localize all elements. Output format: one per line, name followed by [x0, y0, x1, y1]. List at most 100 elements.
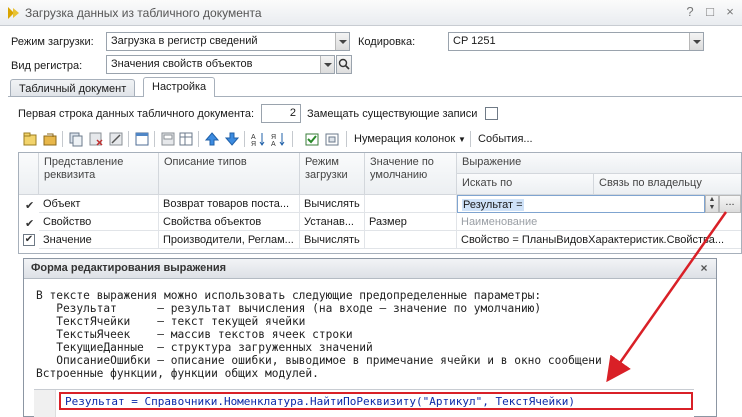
open-icon[interactable]	[42, 131, 58, 147]
help-line: Результат – результат вычисления (на вхо…	[36, 302, 542, 315]
toolbar-separator	[292, 131, 293, 147]
help-button[interactable]: ?	[681, 4, 699, 20]
chevron-down-icon[interactable]: ▼	[458, 135, 466, 144]
cell-expression[interactable]: Наименование	[457, 213, 741, 231]
cell-types[interactable]: Производители, Реглам...	[159, 231, 300, 249]
expression-code-highlight[interactable]: Результат = Справочники.Номенклатура.Най…	[59, 392, 693, 410]
encoding-value: CP 1251	[453, 35, 496, 47]
grid-header-expression[interactable]: Выражение	[457, 153, 741, 174]
cell-default[interactable]: Размер	[365, 213, 457, 231]
grid-header-default[interactable]: Значение по умолчанию	[365, 153, 457, 195]
toolbar-separator	[244, 131, 245, 147]
row-checkbox[interactable]: ✔	[23, 234, 35, 246]
tab-spreadsheet[interactable]: Табличный документ	[10, 79, 136, 97]
search-icon	[338, 58, 350, 70]
add-row-icon[interactable]	[22, 131, 38, 147]
replace-label: Замещать существующие записи	[307, 108, 478, 120]
cell-types[interactable]: Свойства объектов	[159, 213, 300, 231]
mode-value: Загрузка в регистр сведений	[111, 35, 258, 47]
uncheck-all-icon[interactable]	[324, 131, 340, 147]
toolbar-separator	[154, 131, 155, 147]
chevron-down-icon[interactable]	[320, 56, 334, 73]
column-numbering-button[interactable]: Нумерация колонок	[354, 133, 455, 145]
help-line: ТекущиеДанные – структура загруженных зн…	[36, 341, 373, 354]
close-icon[interactable]: ×	[698, 262, 710, 274]
grid-toolbar: AЯ ЯA Нумерация колонок ▼ События...	[18, 128, 742, 150]
help-line: ТекстыЯчеек – массив текстов ячеек строк…	[36, 328, 353, 341]
grid-header-types[interactable]: Описание типов	[159, 153, 300, 195]
first-row-label: Первая строка данных табличного документ…	[18, 108, 255, 120]
grid-header-check	[19, 153, 39, 195]
clear-icon[interactable]	[160, 131, 176, 147]
maximize-button[interactable]: □	[701, 4, 719, 20]
cell-name[interactable]: Значение	[39, 231, 159, 249]
expression-dialog: Форма редактирования выражения × В текст…	[23, 258, 717, 417]
grid-header-presentation[interactable]: Представление реквизита	[39, 153, 159, 195]
register-label: Вид регистра:	[11, 60, 83, 72]
register-select[interactable]: Значения свойств объектов	[106, 55, 335, 74]
sort-desc-icon[interactable]: ЯA	[270, 131, 286, 147]
cell-default[interactable]	[365, 231, 457, 249]
events-button[interactable]: События...	[478, 133, 533, 145]
toolbar-separator	[128, 131, 129, 147]
cell-expression[interactable]: Свойство = ПланыВидовХарактеристик.Свойс…	[457, 231, 741, 249]
delete-row-icon[interactable]	[88, 131, 104, 147]
form-icon[interactable]	[134, 131, 150, 147]
window-title: Загрузка данных из табличного документа	[25, 6, 262, 20]
cell-mode[interactable]: Вычислять	[300, 195, 365, 213]
chevron-down-icon[interactable]	[689, 33, 703, 50]
toolbar-separator	[62, 131, 63, 147]
grid-header-search-by[interactable]: Искать по	[457, 174, 594, 195]
row-checkbox[interactable]: ✔	[25, 199, 34, 212]
chevron-down-icon[interactable]	[335, 33, 349, 50]
help-line: ТекстЯчейки – текст текущей ячейки	[36, 315, 306, 328]
sort-asc-icon[interactable]: AЯ	[250, 131, 266, 147]
first-row-field[interactable]: 2	[261, 104, 301, 123]
dialog-titlebar: Форма редактирования выражения	[24, 259, 716, 279]
cell-default[interactable]	[365, 195, 457, 213]
cell-mode[interactable]: Вычислять	[300, 231, 365, 249]
help-line: ОписаниеОшибки – описание ошибки, выводи…	[36, 354, 602, 367]
cell-types[interactable]: Возврат товаров поста...	[159, 195, 300, 213]
toolbar-separator	[470, 131, 471, 147]
help-line: В тексте выражения можно использовать сл…	[36, 289, 542, 302]
tab-settings[interactable]: Настройка	[143, 77, 216, 97]
arrow-down-icon[interactable]	[224, 131, 240, 147]
encoding-select[interactable]: CP 1251	[448, 32, 704, 51]
register-value: Значения свойств объектов	[111, 58, 253, 70]
dialog-help-text: В тексте выражения можно использовать сл…	[24, 280, 716, 390]
arrow-up-icon[interactable]	[204, 131, 220, 147]
spin-buttons[interactable]: ▲ ▼	[705, 195, 719, 213]
cell-mode[interactable]: Устанав...	[300, 213, 365, 231]
toolbar-separator	[346, 131, 347, 147]
replace-checkbox[interactable]	[485, 107, 498, 120]
grid-header-mode[interactable]: Режим загрузки	[300, 153, 365, 195]
svg-text:Я: Я	[271, 134, 276, 141]
right-margin	[717, 258, 742, 417]
check-all-icon[interactable]	[304, 131, 320, 147]
mode-select[interactable]: Загрузка в регистр сведений	[106, 32, 350, 51]
help-line: Встроенные функции, функции общих модуле…	[36, 367, 319, 380]
close-button[interactable]: ×	[721, 4, 739, 20]
window-titlebar: Загрузка данных из табличного документа …	[0, 0, 742, 26]
toolbar-separator	[198, 131, 199, 147]
attributes-grid: Представление реквизита Описание типов Р…	[18, 152, 742, 254]
register-search-button[interactable]	[336, 55, 352, 74]
mode-label: Режим загрузки:	[11, 36, 94, 48]
expression-selected-text: Результат =	[462, 199, 524, 211]
edit-icon[interactable]	[108, 131, 124, 147]
encoding-label: Кодировка:	[358, 36, 416, 48]
dialog-title: Форма редактирования выражения	[31, 262, 227, 274]
tab-divider	[8, 96, 742, 97]
svg-text:A: A	[271, 141, 276, 147]
editor-gutter	[34, 390, 56, 417]
cell-name[interactable]: Свойство	[39, 213, 159, 231]
cell-name[interactable]: Объект	[39, 195, 159, 213]
grid-header-owner-link[interactable]: Связь по владельцу	[594, 174, 741, 195]
svg-text:Я: Я	[251, 141, 256, 147]
table-settings-icon[interactable]	[178, 131, 194, 147]
cell-expression-editing[interactable]: Результат =	[457, 195, 705, 213]
copy-icon[interactable]	[68, 131, 84, 147]
ellipsis-button[interactable]: ...	[719, 195, 741, 213]
row-checkbox[interactable]: ✔	[25, 217, 34, 230]
